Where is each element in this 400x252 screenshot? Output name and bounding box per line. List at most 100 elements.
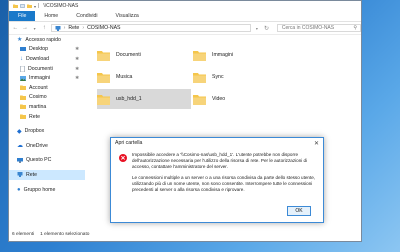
window-title: \\COSIMO-NAS: [43, 3, 79, 9]
folder-label: Video: [212, 96, 226, 102]
sidebar-item-this-pc[interactable]: Questo PC: [9, 156, 85, 166]
folder-icon: [97, 72, 110, 83]
sidebar-item-quick-access[interactable]: ★ Accesso rapido: [9, 35, 85, 45]
sidebar-item-label: Desktop: [29, 46, 49, 53]
folder-icon: [13, 4, 18, 8]
error-details: Le connessioni multiple a un server o a …: [132, 174, 316, 192]
folder-documenti[interactable]: Documenti: [97, 45, 191, 65]
sidebar-item-pictures[interactable]: Immagini ✱: [9, 73, 85, 83]
star-icon: ★: [17, 37, 23, 44]
pin-icon[interactable]: ✱: [75, 75, 79, 81]
breadcrumb-rete[interactable]: Rete: [68, 25, 79, 31]
folder-icon: [20, 95, 26, 100]
dialog-title-bar: Apri cartella ✕: [111, 138, 323, 148]
selection-count: 1 elemento selezionato: [40, 231, 90, 237]
customize-toolbar-icon[interactable]: ▾: [34, 4, 36, 9]
sidebar-item-network[interactable]: Rete: [9, 170, 85, 180]
sidebar-item-label: Cosimo: [29, 94, 47, 101]
sidebar-item-label: Download: [26, 55, 50, 62]
search-placeholder: Cerca in COSIMO-NAS: [281, 25, 335, 31]
new-folder-icon[interactable]: [27, 4, 32, 8]
download-icon: ↓: [20, 55, 23, 62]
tab-share[interactable]: Condividi: [67, 11, 106, 21]
search-icon: ⚲: [353, 25, 357, 31]
recent-locations-icon[interactable]: ▾: [31, 24, 38, 32]
sidebar-item-label: Gruppo home: [23, 186, 56, 193]
ribbon-tabs: File Home Condividi Visualizza: [9, 11, 361, 22]
tab-view[interactable]: Visualizza: [107, 11, 148, 21]
pin-icon[interactable]: ✱: [75, 46, 79, 52]
sidebar-item-homegroup[interactable]: ● Gruppo home: [9, 185, 85, 195]
sidebar-item-label: OneDrive: [26, 142, 48, 149]
folder-icon: [20, 114, 26, 120]
pictures-icon: [20, 75, 26, 81]
folder-label: Sync: [212, 74, 224, 80]
folder-icon: [97, 50, 110, 61]
breadcrumb-separator: ›: [63, 25, 66, 31]
sidebar-item-label: Immagini: [29, 75, 51, 82]
title-separator: |: [38, 3, 40, 9]
folder-icon: [193, 50, 206, 61]
folder-icon: [97, 94, 110, 105]
sidebar-item-download[interactable]: ↓ Download ✱: [9, 54, 85, 64]
sidebar-item-label: Documenti: [28, 65, 53, 72]
folder-icon: [193, 94, 206, 105]
sidebar-item-martina[interactable]: martina: [9, 102, 85, 112]
folder-label: usb_hdd_1: [116, 96, 142, 102]
title-bar: ▾ | \\COSIMO-NAS: [9, 1, 361, 11]
folder-label: Immagini: [212, 52, 234, 58]
sidebar-item-desktop[interactable]: Desktop ✱: [9, 45, 85, 55]
documents-icon: [20, 65, 25, 72]
folder-icon: [20, 104, 26, 110]
dialog-text: Impossibile accedere a '\\Cosimo-nas\usb…: [132, 152, 317, 197]
address-dropdown-icon[interactable]: ▾: [254, 24, 261, 32]
open-folder-dialog: Apri cartella ✕ ✕ Impossibile accedere a…: [110, 137, 324, 223]
computer-icon: [17, 157, 23, 163]
item-count: 6 elementi: [12, 231, 35, 237]
forward-arrow-icon[interactable]: →: [22, 24, 29, 32]
network-icon: [55, 25, 61, 31]
error-icon: ✕: [119, 154, 127, 162]
sidebar-item-rete-folder[interactable]: Rete: [9, 112, 85, 122]
pin-icon[interactable]: ✱: [75, 66, 79, 72]
dialog-body: ✕ Impossibile accedere a '\\Cosimo-nas\u…: [111, 148, 323, 197]
back-arrow-icon[interactable]: ←: [12, 24, 19, 32]
sidebar-item-label: Dropbox: [24, 128, 45, 135]
folder-icon: [20, 85, 26, 91]
address-bar[interactable]: › Rete › COSIMO-NAS: [50, 24, 251, 32]
navigation-bar: ← → ▾ ↑ › Rete › COSIMO-NAS ▾ ↻ Cerca in…: [9, 22, 361, 35]
sidebar-item-cosimo[interactable]: Cosimo: [9, 93, 85, 103]
folder-immagini[interactable]: Immagini: [193, 45, 287, 65]
onedrive-icon: ☁: [17, 143, 23, 150]
folder-label: Documenti: [116, 52, 141, 58]
folder-video[interactable]: Video: [193, 89, 287, 109]
network-icon: [17, 172, 23, 178]
pin-icon[interactable]: ✱: [75, 56, 79, 62]
refresh-icon[interactable]: ↻: [263, 24, 270, 32]
tab-file[interactable]: File: [9, 11, 36, 21]
folder-musica[interactable]: Musica: [97, 67, 191, 87]
ok-button[interactable]: OK: [287, 206, 311, 216]
status-bar: 6 elementi 1 elemento selezionato: [9, 227, 361, 241]
homegroup-icon: ●: [17, 186, 21, 193]
sidebar-item-label: Account: [29, 84, 48, 91]
search-input[interactable]: Cerca in COSIMO-NAS ⚲: [276, 24, 361, 32]
tab-home[interactable]: Home: [35, 11, 67, 21]
close-icon[interactable]: ✕: [314, 140, 319, 147]
up-arrow-icon[interactable]: ↑: [41, 24, 48, 32]
error-message: Impossibile accedere a '\\Cosimo-nas\usb…: [132, 152, 308, 170]
sidebar-item-account[interactable]: Account: [9, 83, 85, 93]
breadcrumb-cosimo-nas[interactable]: COSIMO-NAS: [87, 25, 120, 31]
dropbox-icon: ◆: [17, 128, 22, 135]
folder-usb-hdd-1[interactable]: usb_hdd_1: [97, 89, 191, 109]
properties-icon[interactable]: [20, 4, 25, 8]
sidebar-item-onedrive[interactable]: ☁ OneDrive: [9, 141, 85, 151]
sidebar-item-documents[interactable]: Documenti ✱: [9, 64, 85, 74]
sidebar-item-label: Questo PC: [26, 157, 52, 164]
dialog-title: Apri cartella: [115, 140, 143, 146]
folder-sync[interactable]: Sync: [193, 67, 287, 87]
sidebar-item-dropbox[interactable]: ◆ Dropbox: [9, 126, 85, 136]
sidebar-item-label: Rete: [26, 171, 37, 178]
folder-label: Musica: [116, 74, 133, 80]
breadcrumb-separator: ›: [82, 25, 85, 31]
